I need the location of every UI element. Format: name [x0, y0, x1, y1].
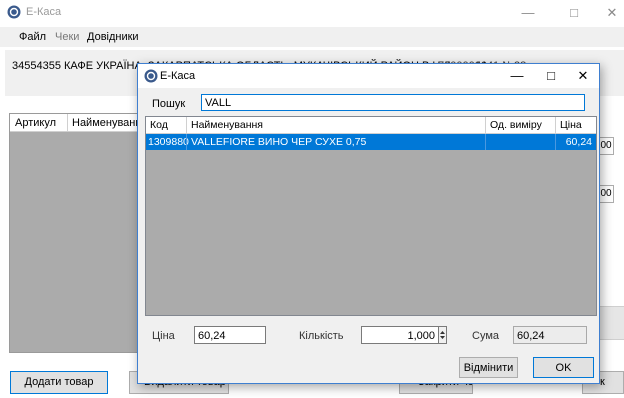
side-field-stub[interactable]: 00	[598, 137, 614, 155]
close-icon[interactable]: ✕	[575, 68, 591, 84]
table-row[interactable]: 1309880 VALLEFIORE ВИНО ЧЕР СУХЕ 0,75 60…	[146, 134, 596, 150]
search-label: Пошук	[152, 98, 186, 110]
app-icon	[7, 5, 21, 19]
column-article: Артикул	[15, 117, 57, 129]
main-window-title: E-Каса	[26, 6, 62, 18]
quantity-stepper[interactable]	[438, 326, 447, 344]
minimize-icon[interactable]: —	[521, 5, 535, 20]
add-item-button[interactable]: Додати товар	[10, 371, 108, 394]
menu-file[interactable]: Файл	[19, 31, 46, 43]
maximize-icon[interactable]: □	[567, 5, 581, 20]
column-separator	[186, 117, 187, 133]
maximize-icon[interactable]: □	[543, 68, 559, 84]
ok-main-label: к	[600, 376, 605, 388]
column-separator	[485, 117, 486, 133]
price-label: Ціна	[152, 330, 175, 342]
side-field-stub[interactable]: 00	[598, 185, 614, 203]
close-icon[interactable]: ✕	[605, 5, 619, 21]
sum-field: 60,24	[513, 326, 587, 344]
search-input[interactable]: VALL	[201, 94, 585, 111]
cell-code: 1309880	[148, 136, 189, 148]
receipt-table[interactable]	[9, 113, 141, 353]
dialog-app-icon	[144, 69, 158, 83]
cancel-button[interactable]: Відмінити	[459, 357, 518, 378]
column-separator	[555, 117, 556, 133]
column-price[interactable]: Ціна	[560, 119, 582, 131]
cell-price: 60,24	[565, 136, 592, 148]
cell-name: VALLEFIORE ВИНО ЧЕР СУХЕ 0,75	[191, 136, 367, 148]
column-unit[interactable]: Од. виміру	[490, 119, 542, 131]
quantity-field[interactable]: 1,000	[361, 326, 439, 344]
product-grid[interactable]: Код Найменування Од. виміру Ціна 1309880…	[145, 116, 597, 316]
ok-button[interactable]: OK	[533, 357, 594, 378]
cell-separator	[186, 134, 187, 150]
column-name[interactable]: Найменування	[191, 119, 263, 131]
cell-separator	[485, 134, 486, 150]
column-separator	[67, 114, 68, 131]
dialog-title: E-Каса	[160, 70, 196, 82]
quantity-label: Кількість	[299, 330, 344, 342]
minimize-icon[interactable]: —	[509, 68, 525, 84]
menu-receipts[interactable]: Чеки	[55, 31, 79, 43]
product-search-dialog: E-Каса — □ ✕ Пошук VALL Код Найменування…	[137, 63, 600, 384]
price-field[interactable]: 60,24	[194, 326, 266, 344]
menu-directories[interactable]: Довідники	[87, 31, 139, 43]
sum-label: Сума	[472, 330, 500, 342]
side-panel	[598, 306, 624, 340]
column-code[interactable]: Код	[150, 119, 168, 131]
dialog-titlebar	[138, 64, 599, 88]
